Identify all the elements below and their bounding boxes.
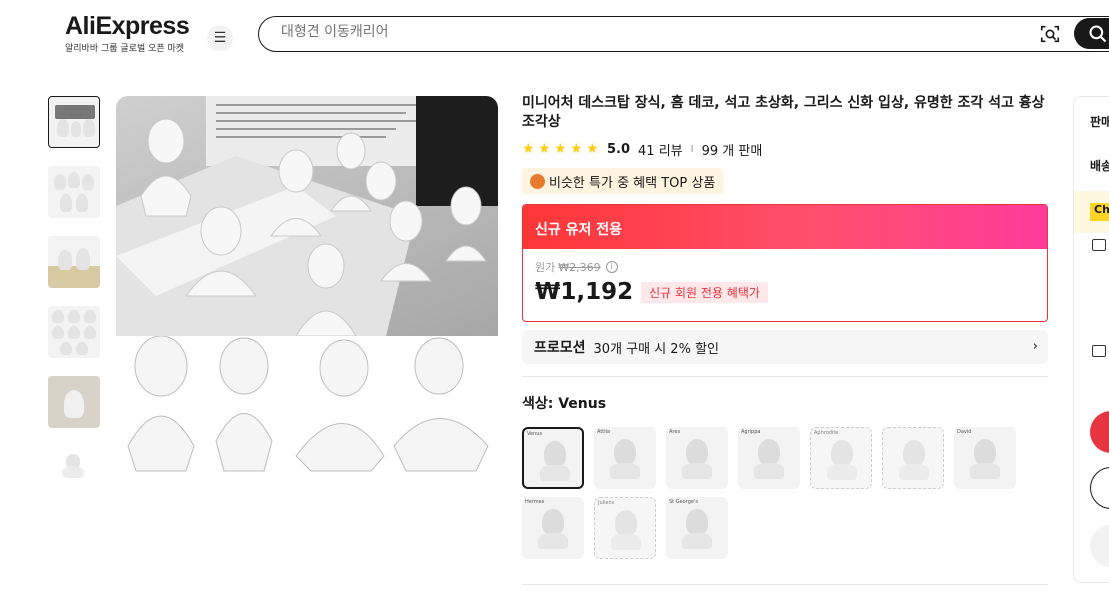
hamburger-icon: ☰ [213,30,227,46]
badge-icon [530,173,545,189]
truck-icon [1092,239,1106,251]
separator: I [690,143,694,155]
product-info: 미니어처 데스크탑 장식, 홈 데코, 석고 초상화, 그리스 신화 입상, 유… [522,94,1048,559]
swatch-label: Attila [597,429,611,435]
swatch-venus[interactable]: Venus [522,427,584,489]
swatch-david[interactable]: David [954,427,1016,489]
top-deal-tag[interactable]: 비슷한 특가 중 혜택 TOP 상품 [522,168,724,194]
thumbnail-3[interactable] [48,236,100,288]
swatch-label: Hermes [525,499,545,505]
divider [522,376,1048,377]
star-icon: ★ [570,140,583,157]
swatch-juliens[interactable]: Juliens [594,497,656,559]
promotion-label: 프로모션 [534,340,586,356]
buy-now-button[interactable] [1090,411,1109,453]
swatch-label: Ares [669,429,681,435]
original-price-row: 원가 ₩2,369 i [535,259,1035,275]
add-to-cart-button[interactable] [1090,467,1109,509]
image-search-icon[interactable] [1039,23,1061,45]
swatch-6[interactable] [882,427,944,489]
logo-text: AliExpress [65,12,190,40]
promotion-text: 30개 구매 시 2% 할인 [593,341,719,357]
swatch-label: David [957,429,972,435]
chevron-right-icon: › [1032,339,1038,354]
swatch-ares[interactable]: Ares [666,427,728,489]
new-user-deal-box: 신규 유저 전용 원가 ₩2,369 i ₩1,192 신규 회원 전용 혜택가 [522,204,1048,322]
swatch-aphrodite[interactable]: Aphrodite [810,427,872,489]
swatch-label: Agrippa [741,429,761,435]
busts-photo [116,96,498,337]
price-row: ₩1,192 신규 회원 전용 혜택가 [535,279,1035,305]
main-product-image[interactable] [116,96,498,478]
rating-row: ★ ★ ★ ★ ★ 5.0 41 리뷰 I 99 개 판매 [522,140,1048,159]
search-button[interactable] [1074,18,1109,49]
reviews-link[interactable]: 41 리뷰 [638,140,683,159]
thumbnail-6[interactable] [48,446,100,498]
star-rating[interactable]: ★ ★ ★ ★ ★ [522,140,599,157]
rating-score: 5.0 [607,141,631,157]
swatch-st-georges[interactable]: St George's [666,497,728,559]
product-photo-bottom [116,335,498,478]
header: AliExpress 알리바바 그룹 글로벌 오픈 마켓 ☰ [0,0,1109,70]
swatch-label: Venus [527,431,543,437]
thumbnail-4[interactable] [48,306,100,358]
swatch-agrippa[interactable]: Agrippa [738,427,800,489]
purchase-panel: 판매 배송 Ch [1073,96,1109,583]
thumbnail-1[interactable] [48,96,100,148]
swatch-label: Aphrodite [814,430,839,436]
aliexpress-logo[interactable]: AliExpress 알리바바 그룹 글로벌 오픈 마켓 [65,12,190,54]
star-icon: ★ [586,140,599,157]
product-title: 미니어처 데스크탑 장식, 홈 데코, 석고 초상화, 그리스 신화 입상, 유… [522,95,1045,130]
color-swatches: Venus Attila Ares Agrippa Aphrodite Davi… [522,427,1032,559]
deal-body: 원가 ₩2,369 i ₩1,192 신규 회원 전용 혜택가 [523,249,1047,321]
box-icon [1092,345,1106,357]
promotion-row[interactable]: 프로모션 30개 구매 시 2% 할인 › [522,330,1048,364]
original-price: ₩2,369 [558,260,601,274]
choice-badge: Ch [1090,203,1109,221]
deal-header: 신규 유저 전용 [523,205,1047,249]
shipping-label: 배송 [1090,159,1109,173]
swatch-attila[interactable]: Attila [594,427,656,489]
current-price: ₩1,192 [535,279,634,305]
swatch-label: St George's [669,499,698,505]
thumbnail-2[interactable] [48,166,100,218]
menu-button[interactable]: ☰ [207,25,233,51]
swatch-label: Juliens [598,500,615,506]
divider [522,584,1048,585]
color-label: 색상: Venus [522,396,607,412]
product-photo-top [116,96,498,337]
seller-label: 판매 [1090,115,1109,129]
thumbnail-list [48,96,103,516]
new-member-price-badge: 신규 회원 전용 혜택가 [641,281,768,303]
search-input[interactable] [281,24,981,40]
busts-lineup [127,335,489,472]
wishlist-button[interactable] [1090,525,1109,567]
thumbnail-5[interactable] [48,376,100,428]
swatch-hermes[interactable]: Hermes [522,497,584,559]
star-icon: ★ [522,140,535,157]
info-icon[interactable]: i [605,261,618,273]
sold-count: 99 개 판매 [701,143,763,159]
top-deal-text: 비슷한 특가 중 혜택 TOP 상품 [549,175,716,191]
search-bar [258,16,1109,52]
logo-subtitle: 알리바바 그룹 글로벌 오픈 마켓 [65,44,185,54]
original-price-label: 원가 [535,261,556,274]
search-icon [1089,25,1107,43]
star-icon: ★ [538,140,551,157]
star-icon: ★ [554,140,567,157]
